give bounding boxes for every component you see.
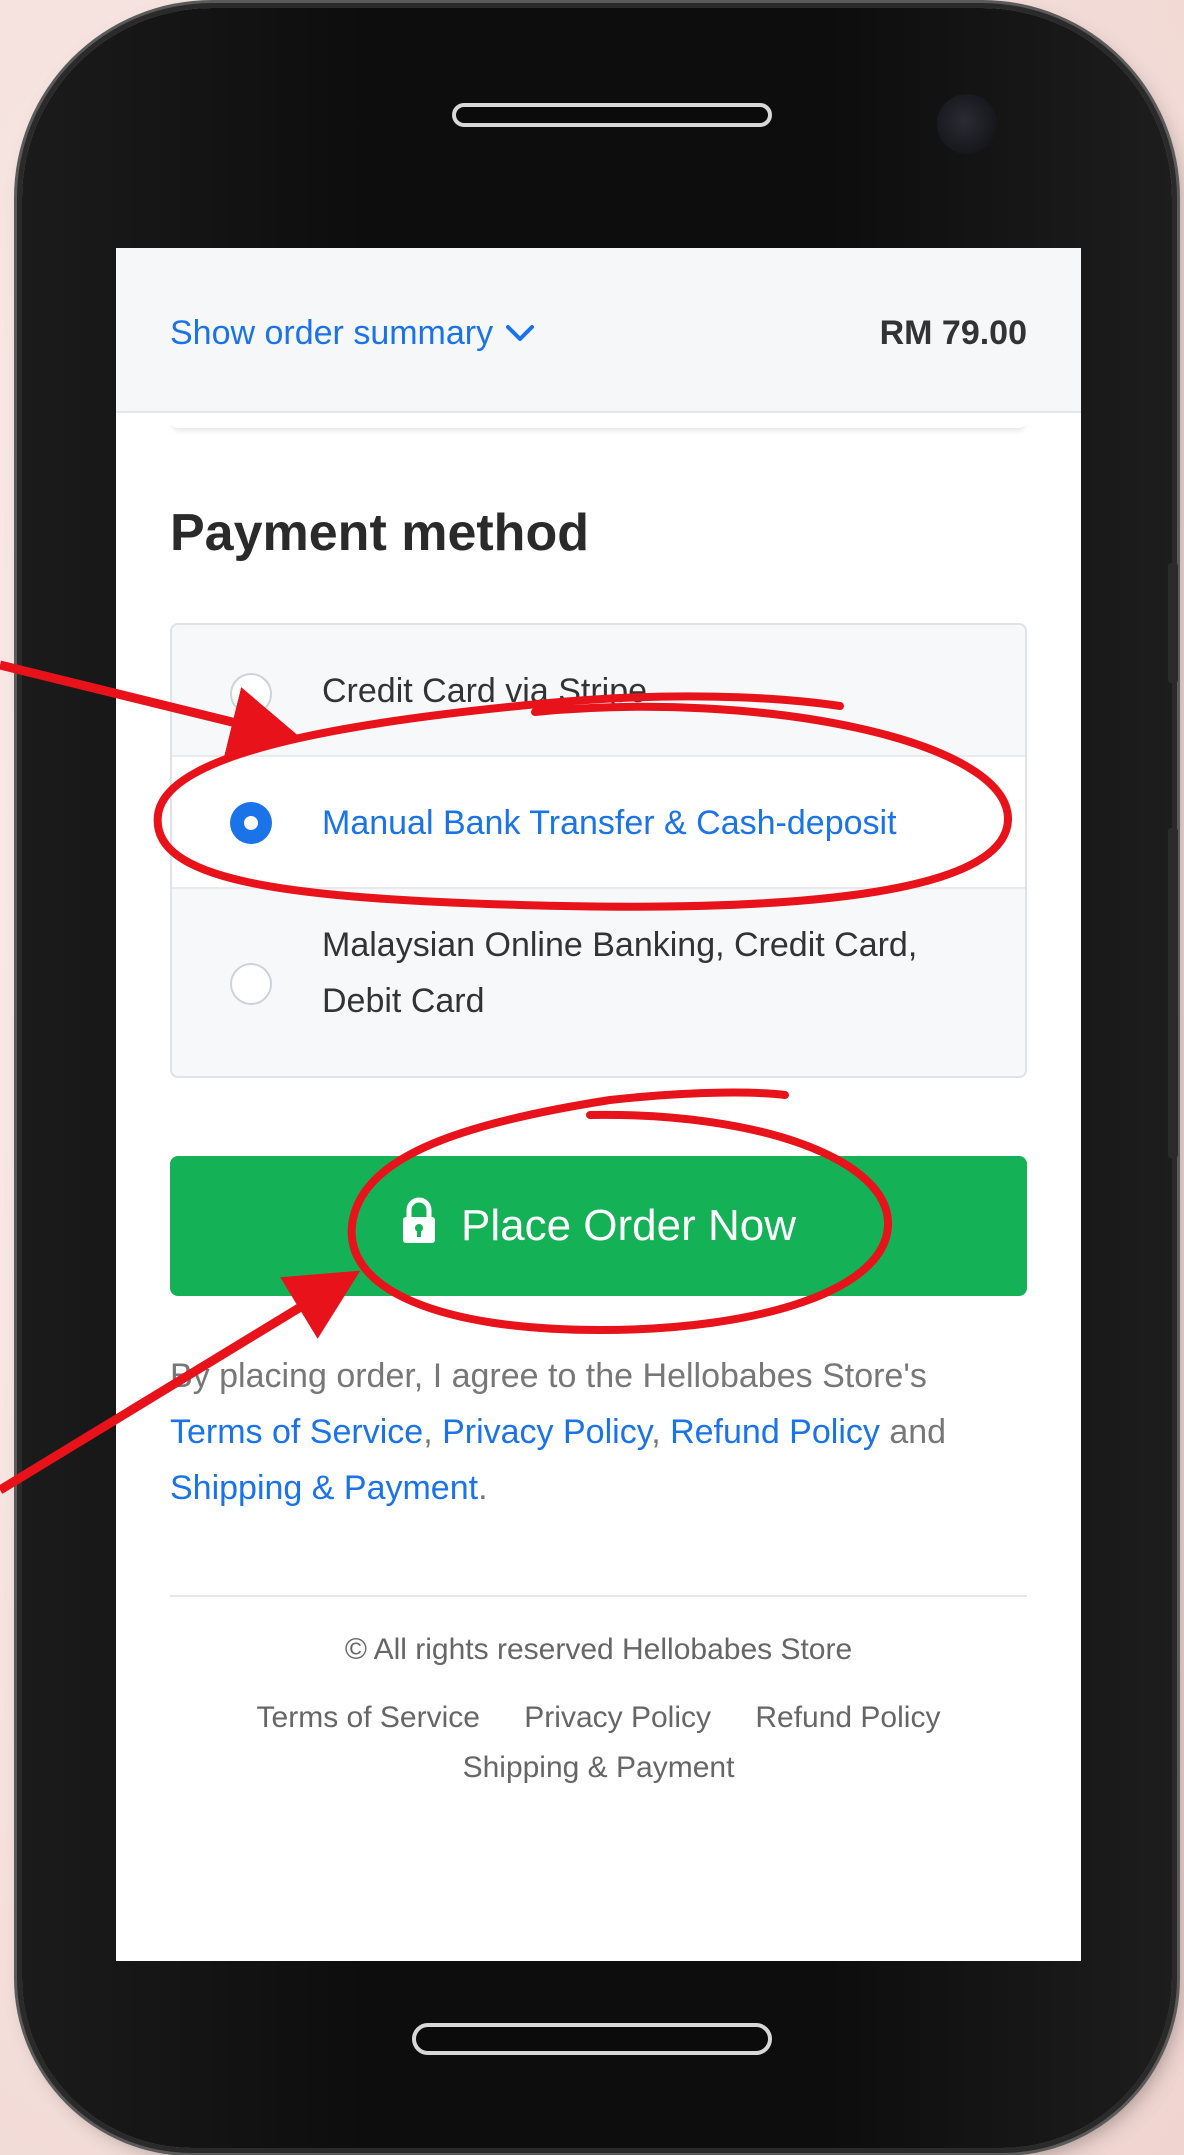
order-agreement-text: By placing order, I agree to the Helloba… bbox=[170, 1348, 1027, 1516]
footer-link-privacy[interactable]: Privacy Policy bbox=[524, 1701, 711, 1734]
payment-option-label: Malaysian Online Banking, Credit Card, D… bbox=[322, 926, 918, 1020]
chevron-down-icon bbox=[505, 314, 535, 353]
volume-button bbox=[1168, 563, 1178, 683]
footer-link-terms[interactable]: Terms of Service bbox=[257, 1701, 480, 1734]
agreement-and: and bbox=[879, 1413, 947, 1451]
radio-button-selected[interactable] bbox=[230, 802, 272, 844]
radio-button[interactable] bbox=[230, 963, 272, 1005]
agreement-prefix: By placing order, I agree to the Helloba… bbox=[170, 1357, 927, 1395]
footer-link-shipping[interactable]: Shipping & Payment bbox=[463, 1751, 735, 1784]
payment-option-label: Manual Bank Transfer & Cash-deposit bbox=[322, 804, 897, 842]
privacy-policy-link[interactable]: Privacy Policy bbox=[442, 1413, 651, 1451]
summary-shadow bbox=[170, 418, 1027, 428]
separator: , bbox=[651, 1413, 671, 1451]
footer-links: Terms of Service Privacy Policy Refund P… bbox=[116, 1693, 1081, 1793]
show-order-summary-label: Show order summary bbox=[170, 314, 494, 352]
order-total: RM 79.00 bbox=[879, 314, 1027, 352]
front-camera bbox=[937, 94, 997, 154]
agreement-end: . bbox=[478, 1469, 488, 1507]
lock-icon bbox=[401, 1197, 437, 1256]
home-button[interactable] bbox=[412, 2023, 772, 2055]
power-button bbox=[1168, 828, 1178, 1158]
payment-option-online-banking[interactable]: Malaysian Online Banking, Credit Card, D… bbox=[172, 889, 1025, 1076]
payment-option-bank-transfer[interactable]: Manual Bank Transfer & Cash-deposit bbox=[172, 757, 1025, 889]
checkout-screen: Show order summary RM 79.00 Payment meth… bbox=[116, 248, 1081, 1961]
footer-divider bbox=[170, 1595, 1027, 1597]
show-order-summary-toggle[interactable]: Show order summary bbox=[170, 314, 535, 353]
radio-button[interactable] bbox=[230, 673, 272, 715]
refund-policy-link[interactable]: Refund Policy bbox=[670, 1413, 880, 1451]
order-summary-bar: Show order summary RM 79.00 bbox=[116, 248, 1081, 413]
payment-option-stripe[interactable]: Credit Card via Stripe bbox=[172, 625, 1025, 757]
copyright-text: © All rights reserved Hellobabes Store bbox=[344, 1633, 853, 1666]
footer-link-refund[interactable]: Refund Policy bbox=[755, 1701, 940, 1734]
payment-options: Credit Card via Stripe Manual Bank Trans… bbox=[170, 623, 1027, 1078]
earpiece-speaker bbox=[452, 103, 772, 127]
shipping-payment-link[interactable]: Shipping & Payment bbox=[170, 1469, 478, 1507]
separator: , bbox=[423, 1413, 443, 1451]
payment-method-heading: Payment method bbox=[170, 504, 589, 562]
terms-of-service-link[interactable]: Terms of Service bbox=[170, 1413, 423, 1451]
place-order-button[interactable]: Place Order Now bbox=[170, 1156, 1027, 1296]
payment-option-label: Credit Card via Stripe bbox=[322, 672, 648, 710]
place-order-label: Place Order Now bbox=[460, 1201, 796, 1250]
